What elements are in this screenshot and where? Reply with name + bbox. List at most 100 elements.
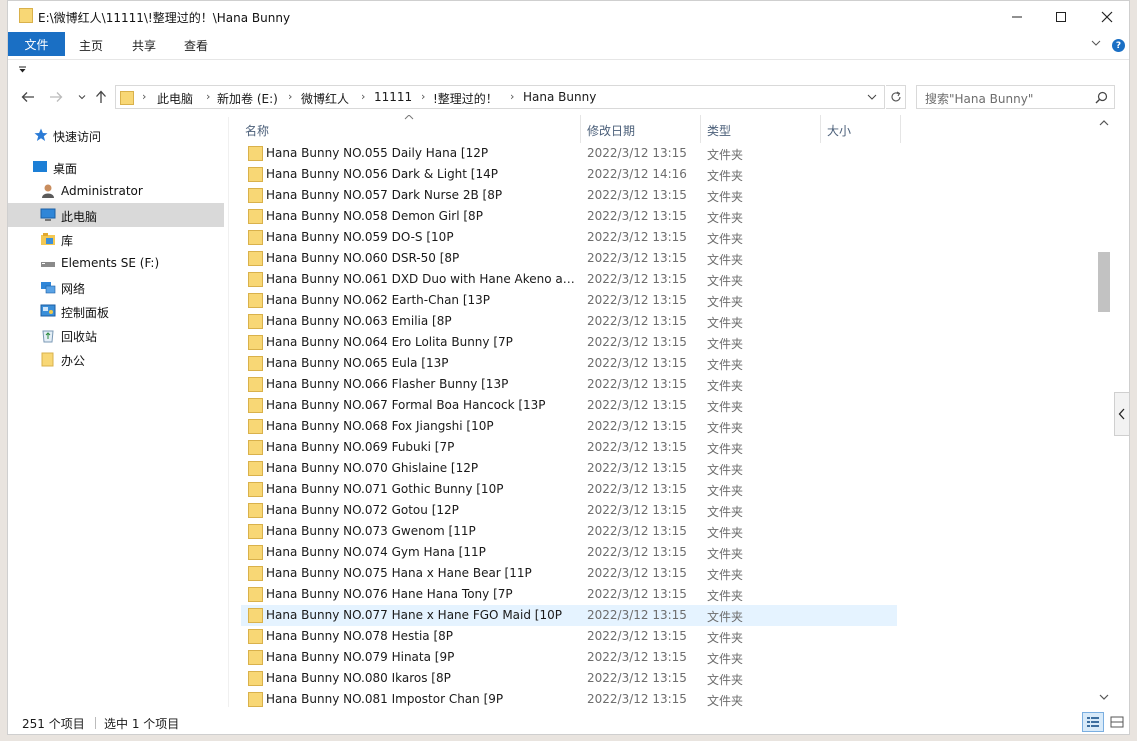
sidebar-item-network[interactable]: 网络 xyxy=(8,275,224,299)
sidebar-item-elements-se[interactable]: Elements SE (F:) xyxy=(8,251,224,275)
file-date: 2022/3/12 13:15 xyxy=(587,356,687,370)
search-icon[interactable] xyxy=(1095,91,1108,104)
preview-pane-toggle[interactable] xyxy=(1114,392,1130,436)
tab-file[interactable]: 文件 xyxy=(8,32,65,56)
vertical-scrollbar[interactable] xyxy=(1096,115,1113,709)
column-date[interactable]: 修改日期 xyxy=(587,122,635,139)
recent-locations-button[interactable] xyxy=(72,88,92,106)
breadcrumb-this-pc[interactable]: 此电脑 xyxy=(157,90,193,107)
table-row[interactable]: Hana Bunny NO.056 Dark & Light [14P 2022/… xyxy=(241,164,897,185)
search-box[interactable]: 搜索"Hana Bunny" xyxy=(916,85,1115,109)
table-row[interactable]: Hana Bunny NO.065 Eula [13P 2022/3/12 13:… xyxy=(241,353,897,374)
table-row[interactable]: Hana Bunny NO.080 Ikaros [8P 2022/3/12 13… xyxy=(241,668,897,689)
refresh-button[interactable] xyxy=(886,85,906,109)
table-row[interactable]: Hana Bunny NO.076 Hane Hana Tony [7P 2022… xyxy=(241,584,897,605)
sidebar-item-label: 库 xyxy=(61,234,74,248)
tab-share[interactable]: 共享 xyxy=(132,37,156,54)
table-row[interactable]: Hana Bunny NO.078 Hestia [8P 2022/3/12 13… xyxy=(241,626,897,647)
table-row[interactable]: Hana Bunny NO.070 Ghislaine [12P 2022/3/1… xyxy=(241,458,897,479)
library-icon xyxy=(41,233,55,245)
chevron-down-icon[interactable] xyxy=(1090,37,1102,49)
up-button[interactable] xyxy=(91,88,111,106)
customize-toolbar-icon[interactable] xyxy=(18,65,27,74)
breadcrumb-separator[interactable]: › xyxy=(288,90,292,103)
folder-icon xyxy=(248,566,263,581)
minimize-button[interactable] xyxy=(994,1,1040,32)
file-type: 文件夹 xyxy=(707,463,744,477)
breadcrumb-separator[interactable]: › xyxy=(361,90,365,103)
forward-button[interactable] xyxy=(46,88,66,106)
help-icon[interactable]: ? xyxy=(1112,39,1125,52)
table-row[interactable]: Hana Bunny NO.066 Flasher Bunny [13P 2022… xyxy=(241,374,897,395)
sidebar-item-quick-access[interactable]: 快速访问 xyxy=(8,123,224,147)
search-placeholder[interactable]: 搜索"Hana Bunny" xyxy=(925,90,1033,107)
table-row[interactable]: Hana Bunny NO.062 Earth-Chan [13P 2022/3/… xyxy=(241,290,897,311)
details-view-button[interactable] xyxy=(1082,712,1104,732)
file-type: 文件夹 xyxy=(707,610,744,624)
breadcrumb-drive-e[interactable]: 新加卷 (E:) xyxy=(217,90,278,107)
table-row[interactable]: Hana Bunny NO.077 Hane x Hane FGO Maid [… xyxy=(241,605,897,626)
folder-icon xyxy=(248,398,263,413)
table-row[interactable]: Hana Bunny NO.063 Emilia [8P 2022/3/12 13… xyxy=(241,311,897,332)
file-date: 2022/3/12 13:15 xyxy=(587,272,687,286)
table-row[interactable]: Hana Bunny NO.058 Demon Girl [8P 2022/3/1… xyxy=(241,206,897,227)
breadcrumb-sorted[interactable]: !整理过的！ xyxy=(433,90,498,107)
tab-home[interactable]: 主页 xyxy=(79,37,103,54)
table-row[interactable]: Hana Bunny NO.061 DXD Duo with Hane Aken… xyxy=(241,269,897,290)
table-row[interactable]: Hana Bunny NO.075 Hana x Hane Bear [11P 2… xyxy=(241,563,897,584)
tab-view[interactable]: 查看 xyxy=(184,37,208,54)
table-row[interactable]: Hana Bunny NO.060 DSR-50 [8P 2022/3/12 13… xyxy=(241,248,897,269)
file-name: Hana Bunny NO.058 Demon Girl [8P xyxy=(266,209,483,223)
table-row[interactable]: Hana Bunny NO.057 Dark Nurse 2B [8P 2022/… xyxy=(241,185,897,206)
column-separator[interactable] xyxy=(580,115,581,143)
sidebar-item-recycle-bin[interactable]: 回收站 xyxy=(8,323,224,347)
column-size[interactable]: 大小 xyxy=(827,122,851,139)
breadcrumb-11111[interactable]: 11111 xyxy=(374,90,412,104)
breadcrumb-separator[interactable]: › xyxy=(206,90,210,103)
sidebar-item-library[interactable]: 库 xyxy=(8,227,224,251)
column-name[interactable]: 名称 xyxy=(245,122,269,139)
table-row[interactable]: Hana Bunny NO.064 Ero Lolita Bunny [7P 20… xyxy=(241,332,897,353)
table-row[interactable]: Hana Bunny NO.072 Gotou [12P 2022/3/12 13… xyxy=(241,500,897,521)
table-row[interactable]: Hana Bunny NO.071 Gothic Bunny [10P 2022/… xyxy=(241,479,897,500)
pane-divider[interactable] xyxy=(228,117,229,707)
close-button[interactable] xyxy=(1084,1,1130,32)
table-row[interactable]: Hana Bunny NO.055 Daily Hana [12P 2022/3/… xyxy=(241,143,897,164)
back-button[interactable] xyxy=(18,88,38,106)
table-row[interactable]: Hana Bunny NO.074 Gym Hana [11P 2022/3/12… xyxy=(241,542,897,563)
large-icons-view-button[interactable] xyxy=(1106,712,1128,732)
sidebar-item-control-panel[interactable]: 控制面板 xyxy=(8,299,224,323)
table-row[interactable]: Hana Bunny NO.069 Fubuki [7P 2022/3/12 13… xyxy=(241,437,897,458)
scroll-down-icon[interactable] xyxy=(1099,693,1109,701)
table-row[interactable]: Hana Bunny NO.068 Fox Jiangshi [10P 2022/… xyxy=(241,416,897,437)
sidebar-item-desktop[interactable]: 桌面 xyxy=(8,155,224,179)
scrollbar-thumb[interactable] xyxy=(1098,252,1110,312)
table-row[interactable]: Hana Bunny NO.079 Hinata [9P 2022/3/12 13… xyxy=(241,647,897,668)
table-row[interactable]: Hana Bunny NO.073 Gwenom [11P 2022/3/12 1… xyxy=(241,521,897,542)
file-type: 文件夹 xyxy=(707,190,744,204)
table-row[interactable]: Hana Bunny NO.067 Formal Boa Hancock [13… xyxy=(241,395,897,416)
file-name: Hana Bunny NO.077 Hane x Hane FGO Maid [… xyxy=(266,608,562,622)
column-type[interactable]: 类型 xyxy=(707,122,731,139)
breadcrumb-hana-bunny[interactable]: Hana Bunny xyxy=(523,90,596,104)
chevron-down-icon[interactable] xyxy=(866,90,878,104)
sort-ascending-icon xyxy=(404,115,414,120)
table-row[interactable]: Hana Bunny NO.081 Impostor Chan [9P 2022/… xyxy=(241,689,897,710)
breadcrumb-separator[interactable]: › xyxy=(142,90,146,103)
column-separator[interactable] xyxy=(900,115,901,143)
maximize-button[interactable] xyxy=(1038,1,1084,32)
breadcrumb-weibo[interactable]: 微博红人 xyxy=(301,90,349,107)
breadcrumb-separator[interactable]: › xyxy=(421,90,425,103)
sidebar-item-office[interactable]: 办公 xyxy=(8,347,224,371)
sidebar-item-this-pc[interactable]: 此电脑 xyxy=(8,203,224,227)
breadcrumb-separator[interactable]: › xyxy=(510,90,514,103)
sidebar-item-administrator[interactable]: Administrator xyxy=(8,179,224,203)
column-separator[interactable] xyxy=(820,115,821,143)
column-separator[interactable] xyxy=(700,115,701,143)
file-date: 2022/3/12 13:15 xyxy=(587,461,687,475)
table-row[interactable]: Hana Bunny NO.059 DO-S [10P 2022/3/12 13:… xyxy=(241,227,897,248)
explorer-window: E:\微博红人\11111\!整理过的！\Hana Bunny 文件 主页 共享… xyxy=(7,0,1130,735)
address-bar[interactable]: › 此电脑 › 新加卷 (E:) › 微博红人 › 11111 › !整理过的！… xyxy=(115,85,885,109)
scroll-up-icon[interactable] xyxy=(1099,119,1109,127)
file-date: 2022/3/12 13:15 xyxy=(587,692,687,706)
